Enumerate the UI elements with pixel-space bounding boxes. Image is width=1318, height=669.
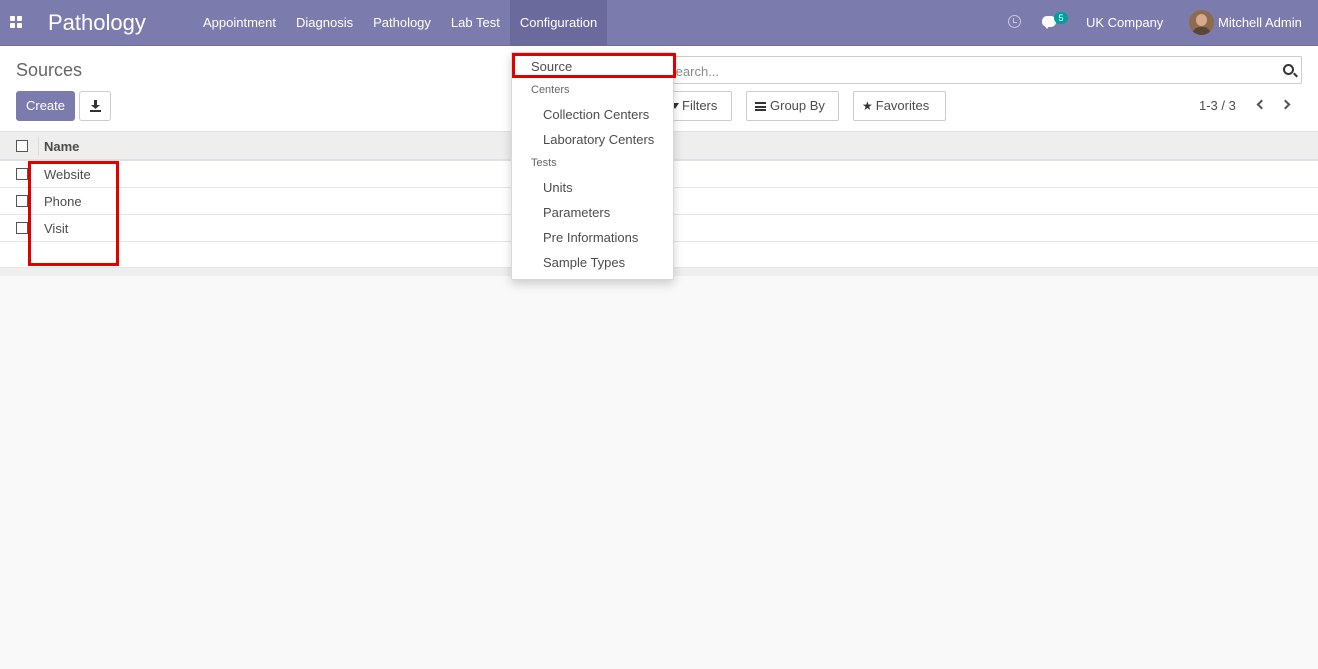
company-switcher[interactable]: UK Company <box>1086 15 1163 30</box>
dropdown-header-tests: Tests <box>531 157 557 169</box>
dropdown-item-parameters[interactable]: Parameters <box>543 205 704 220</box>
search-icon[interactable] <box>1283 64 1294 75</box>
breadcrumb: Sources <box>16 60 83 80</box>
dropdown-item-pre-informations[interactable]: Pre Informations <box>543 230 704 245</box>
app-title[interactable]: Pathology <box>48 10 146 36</box>
select-all-checkbox[interactable] <box>16 140 28 152</box>
dropdown-item-units[interactable]: Units <box>543 180 704 195</box>
chevron-right-icon[interactable] <box>1280 99 1291 110</box>
download-icon <box>90 100 101 112</box>
favorites-label: Favorites <box>875 98 930 113</box>
pager-value[interactable]: 1-3 / 3 <box>1199 98 1236 113</box>
user-menu[interactable]: Mitchell Admin <box>1218 15 1302 30</box>
dropdown-item-collection-centers[interactable]: Collection Centers <box>543 107 704 122</box>
menu-lab-test[interactable]: Lab Test <box>441 0 510 46</box>
column-header-name[interactable]: Name <box>44 139 79 154</box>
row-checkbox[interactable] <box>16 195 28 207</box>
favorites-button[interactable]: ★ Favorites <box>853 91 946 121</box>
dropdown-item-sample-types[interactable]: Sample Types <box>543 255 704 270</box>
chevron-left-icon[interactable] <box>1256 99 1267 110</box>
create-button[interactable]: Create <box>16 91 75 121</box>
column-separator <box>38 137 39 156</box>
activity-clock-icon[interactable] <box>1008 15 1021 28</box>
row-checkbox[interactable] <box>16 168 28 180</box>
configuration-dropdown: Source Centers Collection Centers Labora… <box>511 52 674 280</box>
top-navbar: Pathology Appointment Diagnosis Patholog… <box>0 0 1318 46</box>
menu-pathology[interactable]: Pathology <box>363 0 441 46</box>
main-menu: Appointment Diagnosis Pathology Lab Test… <box>193 0 608 46</box>
group-by-bars-icon <box>755 102 766 111</box>
search-input[interactable]: Search... <box>660 56 1302 84</box>
messages-count-badge: 5 <box>1054 12 1068 24</box>
menu-appointment[interactable]: Appointment <box>193 0 286 46</box>
star-icon: ★ <box>862 99 873 113</box>
menu-diagnosis[interactable]: Diagnosis <box>286 0 363 46</box>
export-button[interactable] <box>79 91 111 121</box>
names-highlight-box <box>28 161 119 266</box>
group-by-button[interactable]: Group By <box>746 91 839 121</box>
dropdown-header-centers: Centers <box>531 84 570 96</box>
group-by-label: Group By <box>770 98 825 113</box>
dropdown-item-laboratory-centers[interactable]: Laboratory Centers <box>543 132 704 147</box>
menu-configuration[interactable]: Configuration <box>509 0 608 46</box>
user-avatar[interactable] <box>1189 10 1214 35</box>
row-checkbox[interactable] <box>16 222 28 234</box>
apps-menu-icon[interactable] <box>10 16 22 28</box>
source-highlight-box <box>512 53 676 78</box>
